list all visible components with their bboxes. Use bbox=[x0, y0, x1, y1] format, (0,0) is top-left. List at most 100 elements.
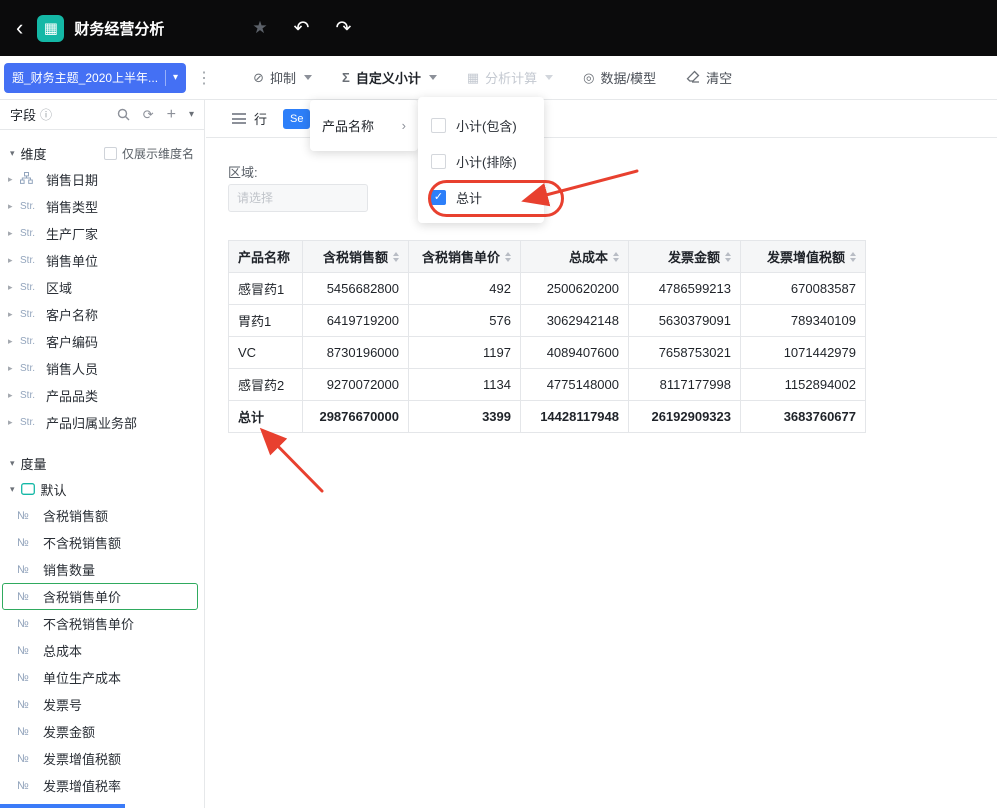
back-icon[interactable]: ‹ bbox=[16, 15, 23, 41]
sort-icon[interactable] bbox=[613, 251, 619, 262]
expand-arrow-icon[interactable]: ▸ bbox=[8, 363, 20, 374]
column-header[interactable]: 产品名称 bbox=[228, 240, 303, 273]
add-field-icon[interactable]: + bbox=[167, 106, 176, 123]
expand-arrow-icon[interactable]: ▸ bbox=[8, 282, 20, 293]
column-header[interactable]: 总成本 bbox=[520, 240, 629, 273]
measure-label: 销售数量 bbox=[43, 563, 96, 578]
table-glyph-icon: ▦ bbox=[43, 20, 58, 37]
cell-value: 6419719200 bbox=[302, 304, 409, 337]
custom-subtotal-button[interactable]: Σ 自定义小计 bbox=[342, 68, 437, 87]
dimension-item[interactable]: ▸ Str. 产品归属业务部 bbox=[0, 409, 204, 436]
table-row[interactable]: 胃药1 6419719200 576 3062942148 5630379091… bbox=[228, 304, 866, 337]
chevron-right-icon: › bbox=[401, 118, 406, 133]
subject-dropdown[interactable]: 题_财务主题_2020上半年... ▾ bbox=[4, 62, 187, 93]
expand-arrow-icon[interactable]: ▸ bbox=[8, 336, 20, 347]
expand-arrow-icon[interactable]: ▸ bbox=[8, 417, 20, 428]
string-type-icon: Str. bbox=[20, 417, 36, 428]
show-dim-names-checkbox[interactable]: 仅展示维度名 bbox=[103, 145, 194, 162]
dimension-item[interactable]: ▸ Str. 销售类型 bbox=[0, 193, 204, 220]
column-header[interactable]: 发票金额 bbox=[628, 240, 741, 273]
column-header[interactable]: 含税销售单价 bbox=[408, 240, 521, 273]
measure-item[interactable]: № 销售数量 bbox=[2, 556, 198, 583]
expand-arrow-icon[interactable]: ▸ bbox=[8, 174, 20, 185]
chevron-down-icon bbox=[545, 75, 554, 80]
numeric-field-icon: № bbox=[17, 617, 29, 630]
kebab-menu-icon[interactable]: ⋮ bbox=[196, 68, 213, 88]
checkbox[interactable] bbox=[431, 153, 446, 169]
measures-section-header[interactable]: ▾ 度量 bbox=[0, 450, 204, 476]
search-icon[interactable] bbox=[117, 108, 130, 121]
dimension-item[interactable]: ▸ Str. 销售单位 bbox=[0, 247, 204, 274]
checkbox-checked[interactable]: ✓ bbox=[431, 189, 446, 205]
clear-button[interactable]: 清空 bbox=[686, 68, 732, 87]
dimension-item[interactable]: ▸ Str. 区域 bbox=[0, 274, 204, 301]
sort-icon[interactable] bbox=[393, 251, 399, 262]
measure-item[interactable]: № 发票增值税额 bbox=[2, 745, 198, 772]
analysis-calc-label: 分析计算 bbox=[485, 71, 538, 86]
expand-arrow-icon[interactable]: ▸ bbox=[8, 390, 20, 401]
measure-item[interactable]: № 含税销售额 bbox=[2, 502, 198, 529]
measure-item[interactable]: № 发票金额 bbox=[2, 718, 198, 745]
expand-arrow-icon[interactable]: ▸ bbox=[8, 255, 20, 266]
dimension-label: 客户编码 bbox=[46, 335, 99, 350]
menu-item-subtotal-exclude[interactable]: 小计(排除) bbox=[418, 143, 544, 179]
measure-group-default[interactable]: ▾ 默认 bbox=[0, 476, 204, 502]
dimension-item[interactable]: ▸ Str. 销售人员 bbox=[0, 355, 204, 382]
sort-icon[interactable] bbox=[850, 251, 856, 262]
app-topbar: ‹ ▦ 财务经营分析 ★ ↶ ↷ bbox=[0, 0, 997, 56]
favorite-star-icon[interactable]: ★ bbox=[252, 18, 267, 38]
measure-item[interactable]: № 总成本 bbox=[2, 637, 198, 664]
measure-item-selected[interactable]: № 含税销售单价 bbox=[2, 583, 198, 610]
dimension-item[interactable]: ▸ Str. 客户编码 bbox=[0, 328, 204, 355]
measures-title: 度量 bbox=[20, 456, 47, 472]
suppress-button[interactable]: ⊘ 抑制 bbox=[253, 68, 312, 87]
result-table: 产品名称 含税销售额 含税销售单价 总成本 发票金额 发票增值税额 感冒药1 5… bbox=[228, 240, 866, 433]
measure-item[interactable]: № 发票增值税率 bbox=[2, 772, 198, 799]
sort-icon[interactable] bbox=[725, 251, 731, 262]
measure-item[interactable]: № 发票号 bbox=[2, 691, 198, 718]
string-type-icon: Str. bbox=[20, 309, 36, 320]
cell-value: 1134 bbox=[408, 368, 521, 401]
chevron-down-icon: ▾ bbox=[10, 147, 15, 158]
menu-item-subtotal-include[interactable]: 小计(包含) bbox=[418, 107, 544, 143]
undo-icon[interactable]: ↶ bbox=[294, 17, 310, 40]
expand-arrow-icon[interactable]: ▸ bbox=[8, 309, 20, 320]
menu-item-grand-total[interactable]: ✓ 总计 bbox=[418, 179, 544, 215]
chevron-down-icon[interactable]: ▾ bbox=[189, 109, 194, 120]
expand-arrow-icon[interactable]: ▸ bbox=[8, 228, 20, 239]
refresh-icon[interactable]: ⟳ bbox=[143, 107, 154, 123]
dimension-item[interactable]: ▸ Str. 产品品类 bbox=[0, 382, 204, 409]
table-row[interactable]: 感冒药2 9270072000 1134 4775148000 81171779… bbox=[228, 368, 866, 401]
dimension-label: 销售人员 bbox=[46, 362, 99, 377]
menu-item-product-name[interactable]: 产品名称 › bbox=[310, 116, 418, 135]
dimension-label: 产品归属业务部 bbox=[46, 416, 138, 431]
measure-item[interactable]: № 不含税销售单价 bbox=[2, 610, 198, 637]
dimension-item[interactable]: ▸ Str. 生产厂家 bbox=[0, 220, 204, 247]
column-header[interactable]: 发票增值税额 bbox=[740, 240, 866, 273]
checkbox[interactable] bbox=[103, 146, 117, 160]
numeric-field-icon: № bbox=[17, 779, 29, 792]
chevron-down-icon bbox=[428, 75, 437, 80]
data-model-button[interactable]: ◎ 数据/模型 bbox=[583, 68, 656, 87]
measure-item[interactable]: № 不含税销售额 bbox=[2, 529, 198, 556]
expand-arrow-icon[interactable]: ▸ bbox=[8, 201, 20, 212]
cell-value: 4786599213 bbox=[628, 272, 741, 305]
table-total-row[interactable]: 总计 29876670000 3399 14428117948 26192909… bbox=[228, 400, 866, 433]
date-hierarchy-icon bbox=[20, 172, 46, 187]
dimension-item[interactable]: ▸ 销售日期 bbox=[0, 166, 204, 193]
dimension-item[interactable]: ▸ Str. 客户名称 bbox=[0, 301, 204, 328]
table-row[interactable]: 感冒药1 5456682800 492 2500620200 478659921… bbox=[228, 272, 866, 305]
redo-icon[interactable]: ↷ bbox=[336, 17, 352, 40]
table-row[interactable]: VC 8730196000 1197 4089407600 7658753021… bbox=[228, 336, 866, 369]
string-type-icon: Str. bbox=[20, 390, 36, 401]
checkbox[interactable] bbox=[431, 117, 446, 133]
field-chip[interactable]: Se bbox=[283, 108, 311, 129]
region-filter-select[interactable] bbox=[228, 184, 368, 212]
sort-icon[interactable] bbox=[505, 251, 511, 262]
page-title: 财务经营分析 bbox=[74, 20, 165, 38]
measure-item[interactable]: № 单位生产成本 bbox=[2, 664, 198, 691]
dimensions-section-header[interactable]: ▾ 维度 仅展示维度名 bbox=[0, 140, 204, 166]
suppress-icon: ⊘ bbox=[253, 69, 264, 85]
column-header[interactable]: 含税销售额 bbox=[302, 240, 409, 273]
horizontal-scrollbar-thumb[interactable] bbox=[0, 804, 125, 808]
